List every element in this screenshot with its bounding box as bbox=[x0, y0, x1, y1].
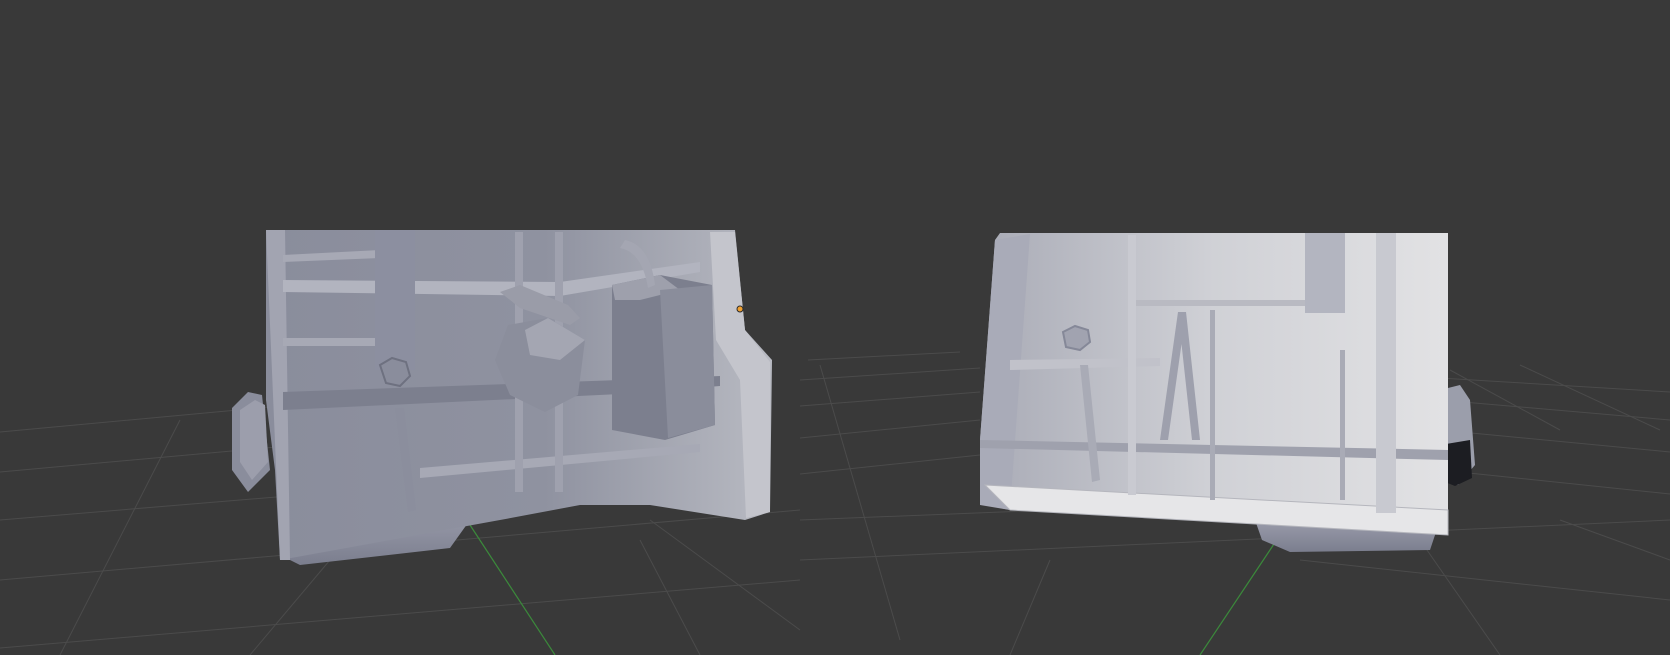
y-axis-line-right bbox=[1199, 534, 1281, 655]
3d-viewport[interactable] bbox=[0, 0, 1670, 655]
y-axis-line-left bbox=[469, 524, 556, 655]
object-origin-dot bbox=[736, 305, 744, 313]
mesh-object-right[interactable] bbox=[980, 233, 1475, 552]
viewport-canvas[interactable] bbox=[0, 0, 1670, 655]
mesh-object-left[interactable] bbox=[232, 230, 772, 565]
